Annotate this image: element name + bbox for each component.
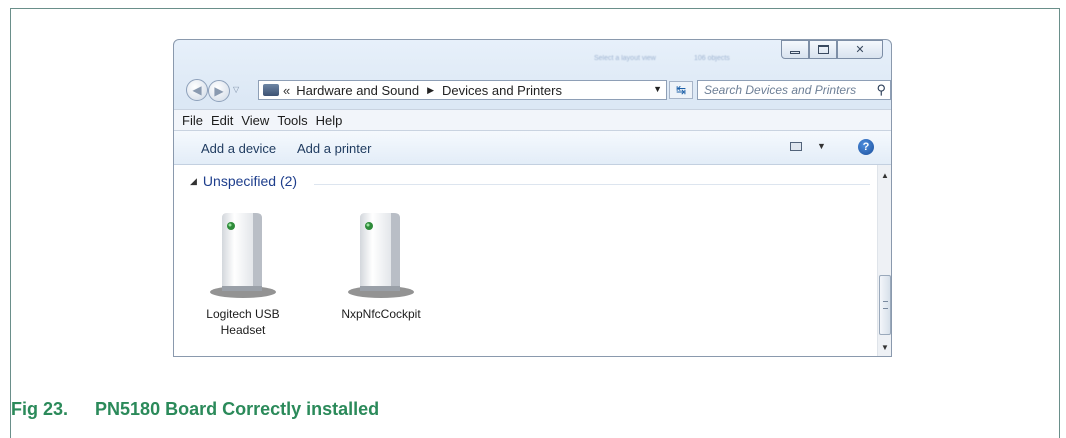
menu-help[interactable]: Help	[316, 113, 343, 128]
scrollbar-thumb[interactable]	[879, 275, 891, 335]
title-bar: Select a layout view 106 objects ✕	[174, 40, 891, 76]
device-tower-icon	[346, 210, 416, 300]
recent-pages-dropdown-icon[interactable]: ▽	[233, 85, 239, 94]
collapse-triangle-icon[interactable]: ◢	[190, 176, 197, 187]
add-printer-button[interactable]: Add a printer	[297, 141, 371, 156]
forward-arrow-icon: ▶	[214, 84, 224, 98]
search-placeholder: Search Devices and Printers	[704, 83, 857, 97]
maximize-icon	[817, 45, 829, 54]
change-view-icon[interactable]	[790, 142, 802, 151]
add-device-button[interactable]: Add a device	[201, 141, 276, 156]
breadcrumb-devices-and-printers[interactable]: Devices and Printers	[442, 83, 562, 98]
scroll-down-icon[interactable]: ▼	[881, 343, 889, 352]
device-nxpnfccockpit[interactable]: NxpNfcCockpit	[331, 210, 431, 322]
group-divider	[314, 184, 870, 185]
device-label: NxpNfcCockpit	[341, 307, 421, 321]
breadcrumb-hardware-and-sound[interactable]: Hardware and Sound	[296, 83, 419, 98]
figure-title: PN5180 Board Correctly installed	[95, 399, 380, 419]
minimize-button[interactable]	[781, 40, 809, 59]
figure-number: Fig 23.	[11, 399, 69, 419]
close-icon: ✕	[855, 44, 865, 56]
breadcrumb-overflow[interactable]: «	[283, 83, 290, 98]
menu-tools[interactable]: Tools	[277, 113, 307, 128]
devices-and-printers-window: Select a layout view 106 objects ✕ ◀ ▶ ▽…	[173, 39, 892, 357]
forward-button[interactable]: ▶	[208, 80, 230, 102]
refresh-icon: ↹	[675, 83, 687, 97]
figure-caption: Fig 23. PN5180 Board Correctly installed	[11, 399, 379, 420]
help-button[interactable]: ?	[858, 139, 874, 155]
content-pane: ◢ Unspecified (2) Logitech USB Headset N…	[174, 165, 877, 356]
minimize-icon	[790, 51, 800, 54]
back-button[interactable]: ◀	[186, 79, 208, 101]
group-label: Unspecified (2)	[202, 173, 298, 189]
back-arrow-icon: ◀	[192, 83, 202, 97]
maximize-button[interactable]	[809, 40, 837, 59]
device-label: Logitech USB Headset	[206, 307, 280, 337]
group-header-unspecified[interactable]: ◢ Unspecified (2)	[190, 173, 297, 189]
search-input[interactable]: Search Devices and Printers ⚲	[697, 80, 891, 100]
vertical-scrollbar[interactable]: ▲ ▼	[877, 165, 891, 356]
breadcrumb-separator-icon[interactable]: ▶	[427, 85, 434, 96]
grip-icon	[883, 301, 888, 309]
background-text: Select a layout view	[594, 55, 656, 62]
view-options-dropdown-icon[interactable]: ▼	[817, 141, 826, 151]
menu-view[interactable]: View	[241, 113, 269, 128]
menu-bar: File Edit View Tools Help	[174, 109, 891, 131]
search-icon[interactable]: ⚲	[876, 82, 886, 98]
scroll-up-icon[interactable]: ▲	[881, 171, 889, 180]
devices-folder-icon	[263, 84, 279, 96]
address-dropdown-icon[interactable]: ▼	[653, 84, 662, 94]
menu-file[interactable]: File	[182, 113, 203, 128]
navigation-row: ◀ ▶ ▽ « Hardware and Sound ▶ Devices and…	[174, 77, 891, 103]
address-bar[interactable]: « Hardware and Sound ▶ Devices and Print…	[258, 80, 667, 100]
refresh-button[interactable]: ↹	[669, 81, 693, 99]
caption-buttons: ✕	[781, 40, 883, 60]
background-text: 106 objects	[694, 55, 730, 62]
device-logitech-usb-headset[interactable]: Logitech USB Headset	[193, 210, 293, 338]
command-bar: Add a device Add a printer ▼ ?	[174, 131, 891, 165]
menu-edit[interactable]: Edit	[211, 113, 233, 128]
device-tower-icon	[208, 210, 278, 300]
close-button[interactable]: ✕	[837, 40, 883, 59]
